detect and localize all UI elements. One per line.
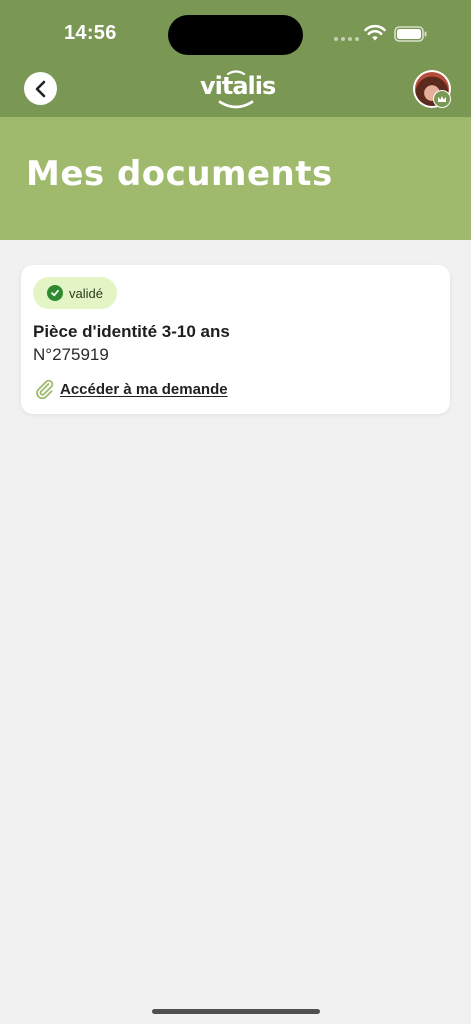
home-indicator[interactable] — [152, 1009, 320, 1014]
paperclip-icon — [36, 379, 54, 400]
top-navigation-bar: 14:56 vitalis — [0, 0, 471, 117]
document-title: Pièce d'identité 3-10 ans — [33, 322, 230, 341]
wifi-icon — [364, 24, 386, 41]
access-request-label[interactable]: Accéder à ma demande — [60, 381, 228, 398]
logo-swoosh — [218, 70, 254, 109]
battery-icon — [394, 26, 427, 42]
access-request-link[interactable]: Accéder à ma demande — [34, 378, 228, 400]
chevron-left-icon — [35, 80, 45, 97]
crown-icon — [433, 90, 451, 108]
back-button[interactable] — [24, 72, 57, 105]
profile-avatar[interactable] — [413, 70, 451, 108]
status-badge: validé — [33, 277, 117, 309]
status-time: 14:56 — [64, 22, 117, 44]
dynamic-island — [168, 15, 303, 55]
signal-icon — [334, 37, 359, 41]
page-header: Mes documents — [0, 117, 471, 240]
vitalis-logo: vitalis — [198, 68, 276, 112]
document-number: N°275919 — [33, 345, 109, 364]
page-title: Mes documents — [26, 154, 333, 194]
document-card: validé Pièce d'identité 3-10 ans N°27591… — [21, 265, 450, 414]
check-circle-icon — [47, 285, 63, 301]
status-label: validé — [69, 285, 103, 301]
